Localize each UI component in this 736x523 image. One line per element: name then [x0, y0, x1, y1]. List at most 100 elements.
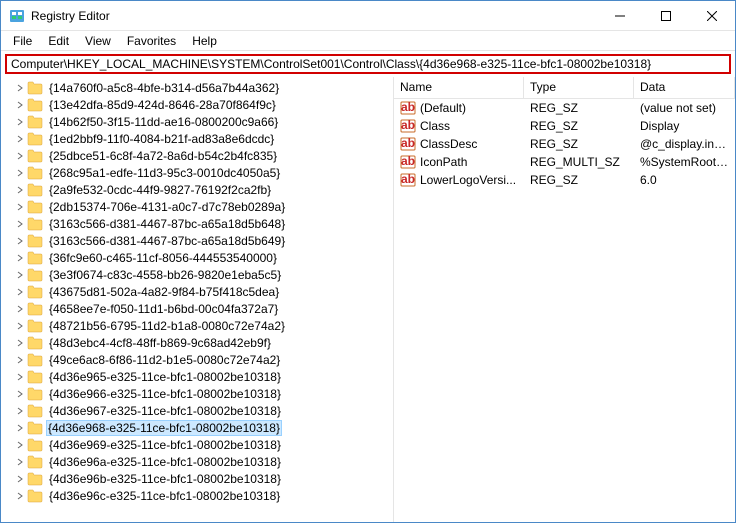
chevron-right-icon[interactable] — [13, 390, 27, 398]
tree-item[interactable]: {4d36e965-e325-11ce-bfc1-08002be10318} — [1, 368, 393, 385]
menu-view[interactable]: View — [77, 32, 119, 50]
menu-favorites[interactable]: Favorites — [119, 32, 184, 50]
tree-item[interactable]: {3163c566-d381-4467-87bc-a65a18d5b648} — [1, 215, 393, 232]
column-type[interactable]: Type — [524, 77, 634, 98]
folder-icon — [27, 404, 43, 418]
chevron-right-icon[interactable] — [13, 135, 27, 143]
tree-item[interactable]: {4d36e966-e325-11ce-bfc1-08002be10318} — [1, 385, 393, 402]
folder-icon — [27, 353, 43, 367]
tree-item[interactable]: {4d36e968-e325-11ce-bfc1-08002be10318} — [1, 419, 393, 436]
menu-help[interactable]: Help — [184, 32, 225, 50]
svg-text:ab: ab — [401, 100, 415, 114]
value-type-cell: REG_SZ — [524, 101, 634, 115]
tree-item[interactable]: {3e3f0674-c83c-4558-bb26-9820e1eba5c5} — [1, 266, 393, 283]
svg-text:ab: ab — [401, 136, 415, 150]
close-button[interactable] — [689, 1, 735, 31]
chevron-right-icon[interactable] — [13, 271, 27, 279]
tree-item[interactable]: {2db15374-706e-4131-a0c7-d7c78eb0289a} — [1, 198, 393, 215]
chevron-right-icon[interactable] — [13, 118, 27, 126]
tree-item[interactable]: {49ce6ac8-6f86-11d2-b1e5-0080c72e74a2} — [1, 351, 393, 368]
value-data-cell: Display — [634, 119, 735, 133]
tree-item[interactable]: {43675d81-502a-4a82-9f84-b75f418c5dea} — [1, 283, 393, 300]
tree-item[interactable]: {4d36e96c-e325-11ce-bfc1-08002be10318} — [1, 487, 393, 504]
value-name-cell: abLowerLogoVersi... — [394, 172, 524, 188]
string-value-icon: ab — [400, 100, 416, 116]
tree-item[interactable]: {13e42dfa-85d9-424d-8646-28a70f864f9c} — [1, 96, 393, 113]
tree-item[interactable]: {268c95a1-edfe-11d3-95c3-0010dc4050a5} — [1, 164, 393, 181]
column-data[interactable]: Data — [634, 77, 735, 98]
folder-icon — [27, 234, 43, 248]
tree-item-label: {13e42dfa-85d9-424d-8646-28a70f864f9c} — [46, 97, 279, 113]
column-name[interactable]: Name — [394, 77, 524, 98]
chevron-right-icon[interactable] — [13, 458, 27, 466]
chevron-right-icon[interactable] — [13, 288, 27, 296]
chevron-right-icon[interactable] — [13, 84, 27, 92]
value-name-cell: ab (Default) — [394, 100, 524, 116]
tree-pane[interactable]: {14a760f0-a5c8-4bfe-b314-d56a7b44a362}{1… — [1, 77, 394, 522]
tree-item-label: {2db15374-706e-4131-a0c7-d7c78eb0289a} — [46, 199, 288, 215]
chevron-right-icon[interactable] — [13, 186, 27, 194]
list-pane[interactable]: Name Type Data ab (Default) REG_SZ(value n… — [394, 77, 735, 522]
value-name: IconPath — [420, 155, 467, 169]
tree-item[interactable]: {14b62f50-3f15-11dd-ae16-0800200c9a66} — [1, 113, 393, 130]
tree-item-label: {4658ee7e-f050-11d1-b6bd-00c04fa372a7} — [46, 301, 281, 317]
tree-item[interactable]: {4658ee7e-f050-11d1-b6bd-00c04fa372a7} — [1, 300, 393, 317]
chevron-right-icon[interactable] — [13, 101, 27, 109]
maximize-button[interactable] — [643, 1, 689, 31]
folder-icon — [27, 166, 43, 180]
tree-item[interactable]: {2a9fe532-0cdc-44f9-9827-76192f2ca2fb} — [1, 181, 393, 198]
folder-icon — [27, 336, 43, 350]
list-row[interactable]: abIconPathREG_MULTI_SZ%SystemRoot%\syste… — [394, 153, 735, 171]
chevron-right-icon[interactable] — [13, 322, 27, 330]
tree-item[interactable]: {14a760f0-a5c8-4bfe-b314-d56a7b44a362} — [1, 79, 393, 96]
tree-item-label: {49ce6ac8-6f86-11d2-b1e5-0080c72e74a2} — [46, 352, 283, 368]
tree-item[interactable]: {4d36e96a-e325-11ce-bfc1-08002be10318} — [1, 453, 393, 470]
tree-item-label: {3163c566-d381-4467-87bc-a65a18d5b648} — [46, 216, 288, 232]
chevron-right-icon[interactable] — [13, 407, 27, 415]
chevron-right-icon[interactable] — [13, 169, 27, 177]
chevron-right-icon[interactable] — [13, 254, 27, 262]
chevron-right-icon[interactable] — [13, 339, 27, 347]
list-row[interactable]: ab (Default) REG_SZ(value not set) — [394, 99, 735, 117]
tree-item[interactable]: {3163c566-d381-4467-87bc-a65a18d5b649} — [1, 232, 393, 249]
tree-item[interactable]: {36fc9e60-c465-11cf-8056-444553540000} — [1, 249, 393, 266]
chevron-right-icon[interactable] — [13, 441, 27, 449]
folder-icon — [27, 438, 43, 452]
folder-icon — [27, 302, 43, 316]
tree-item[interactable]: {48d3ebc4-4cf8-48ff-b869-9c68ad42eb9f} — [1, 334, 393, 351]
chevron-right-icon[interactable] — [13, 220, 27, 228]
value-name: (Default) — [420, 101, 466, 115]
tree-item[interactable]: {48721b56-6795-11d2-b1a8-0080c72e74a2} — [1, 317, 393, 334]
tree-item[interactable]: {4d36e96b-e325-11ce-bfc1-08002be10318} — [1, 470, 393, 487]
tree-item[interactable]: {25dbce51-6c8f-4a72-8a6d-b54c2b4fc835} — [1, 147, 393, 164]
minimize-button[interactable] — [597, 1, 643, 31]
chevron-right-icon[interactable] — [13, 305, 27, 313]
menu-edit[interactable]: Edit — [40, 32, 77, 50]
chevron-right-icon[interactable] — [13, 237, 27, 245]
chevron-right-icon[interactable] — [13, 152, 27, 160]
address-input[interactable] — [5, 54, 731, 74]
string-value-icon: ab — [400, 136, 416, 152]
chevron-right-icon[interactable] — [13, 424, 27, 432]
tree-item-label: {4d36e969-e325-11ce-bfc1-08002be10318} — [46, 437, 284, 453]
chevron-right-icon[interactable] — [13, 492, 27, 500]
tree-item-label: {4d36e967-e325-11ce-bfc1-08002be10318} — [46, 403, 284, 419]
chevron-right-icon[interactable] — [13, 203, 27, 211]
folder-icon — [27, 421, 43, 435]
app-icon — [9, 8, 25, 24]
value-data-cell: (value not set) — [634, 101, 735, 115]
tree-item[interactable]: {1ed2bbf9-11f0-4084-b21f-ad83a8e6dcdc} — [1, 130, 393, 147]
list-row[interactable]: abLowerLogoVersi...REG_SZ6.0 — [394, 171, 735, 189]
chevron-right-icon[interactable] — [13, 475, 27, 483]
tree-item-label: {25dbce51-6c8f-4a72-8a6d-b54c2b4fc835} — [46, 148, 280, 164]
menu-file[interactable]: File — [5, 32, 40, 50]
list-row[interactable]: abClassDescREG_SZ@c_display.inf,%ClassDe… — [394, 135, 735, 153]
folder-icon — [27, 98, 43, 112]
chevron-right-icon[interactable] — [13, 356, 27, 364]
chevron-right-icon[interactable] — [13, 373, 27, 381]
tree-item[interactable]: {4d36e969-e325-11ce-bfc1-08002be10318} — [1, 436, 393, 453]
value-name-cell: abClass — [394, 118, 524, 134]
list-row[interactable]: abClassREG_SZDisplay — [394, 117, 735, 135]
tree-item[interactable]: {4d36e967-e325-11ce-bfc1-08002be10318} — [1, 402, 393, 419]
folder-icon — [27, 387, 43, 401]
